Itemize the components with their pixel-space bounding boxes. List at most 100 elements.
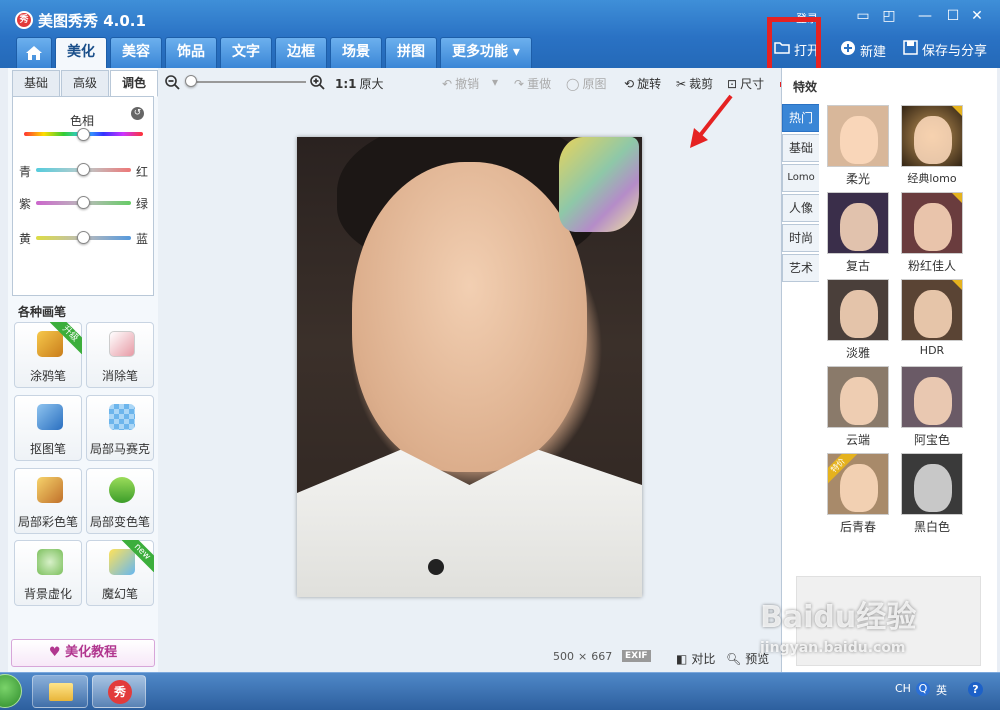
help-icon[interactable]: ? <box>968 682 983 697</box>
doodle-brush-button[interactable]: 升级 涂鸦笔 <box>14 322 82 388</box>
eraser-brush-button[interactable]: 消除笔 <box>86 322 154 388</box>
effect-label: 经典lomo <box>907 172 957 185</box>
effect-label: 柔光 <box>845 172 870 186</box>
category-basic[interactable]: 基础 <box>782 134 819 162</box>
resize-icon: ⊡ <box>727 76 738 91</box>
magenta-green-slider-handle[interactable] <box>77 196 90 209</box>
app-logo-icon: 秀 <box>15 11 33 29</box>
compare-label: 对比 <box>691 652 716 666</box>
minimize-icon[interactable]: — <box>914 8 936 24</box>
effect-youth[interactable]: 特价 后青春 <box>826 453 890 535</box>
zoom-in-button[interactable] <box>310 75 325 90</box>
cutout-brush-button[interactable]: 抠图笔 <box>14 395 82 461</box>
maximize-icon[interactable]: ☐ <box>942 8 964 24</box>
tab-collage[interactable]: 拼图 <box>385 37 437 68</box>
taskbar-meitu-button[interactable]: 秀 <box>92 675 146 708</box>
save-share-button[interactable]: 保存与分享 <box>903 40 987 59</box>
zoom-ratio-label: 1:1 <box>335 76 357 91</box>
category-portrait[interactable]: 人像 <box>782 194 819 222</box>
preview-icon: 🔍︎ <box>726 651 742 666</box>
new-ribbon: new <box>122 540 154 572</box>
redo-button[interactable]: ↷ 重做 <box>514 75 551 92</box>
exif-button[interactable]: EXIF <box>622 650 651 662</box>
recolor-brush-button[interactable]: 局部变色笔 <box>86 468 154 534</box>
color-brush-button[interactable]: 局部彩色笔 <box>14 468 82 534</box>
tab-border[interactable]: 边框 <box>275 37 327 68</box>
chevron-down-icon: ▾ <box>512 44 520 60</box>
rotate-icon: ⟲ <box>624 76 635 91</box>
effect-label: 后青春 <box>839 520 876 534</box>
tab-text[interactable]: 文字 <box>220 37 272 68</box>
effect-thumbnail <box>901 453 963 515</box>
tutorial-button[interactable]: ♥ 美化教程 <box>11 639 155 667</box>
home-tab[interactable] <box>16 37 52 68</box>
tab-beauty[interactable]: 美容 <box>110 37 162 68</box>
zoom-out-button[interactable] <box>165 75 180 90</box>
tab-beautify[interactable]: 美化 <box>55 37 107 68</box>
effect-retro[interactable]: 复古 <box>826 192 890 274</box>
ime-mode[interactable]: 英 <box>936 682 947 698</box>
main-tabs: 美化 美容 饰品 文字 边框 场景 拼图 更多功能 ▾ <box>16 37 532 68</box>
effect-abao[interactable]: 阿宝色 <box>900 366 964 448</box>
tab-accessories[interactable]: 饰品 <box>165 37 217 68</box>
subtab-advanced[interactable]: 高级 <box>61 70 109 97</box>
effect-soft-light[interactable]: 柔光 <box>826 105 890 187</box>
effect-classic-lomo[interactable]: 经典lomo <box>900 105 964 186</box>
category-hot[interactable]: 热门 <box>782 104 819 132</box>
effect-thumbnail <box>827 192 889 254</box>
more-functions-label: 更多功能 <box>452 44 508 60</box>
effect-cloud[interactable]: 云端 <box>826 366 890 448</box>
blue-label: 蓝 <box>136 232 149 246</box>
mosaic-icon <box>109 404 135 430</box>
effect-black-white[interactable]: 黑白色 <box>900 453 964 535</box>
rotate-button[interactable]: ⟲ 旋转 <box>624 75 661 92</box>
reset-icon[interactable]: ↺ <box>131 107 144 120</box>
original-image-button[interactable]: ◯ 原图 <box>566 75 606 92</box>
language-indicator[interactable]: CH <box>895 682 911 695</box>
category-lomo[interactable]: Lomo <box>782 164 819 192</box>
hue-slider-handle[interactable] <box>77 128 90 141</box>
background-blur-label: 背景虚化 <box>23 587 72 601</box>
message-icon[interactable]: ▭ <box>852 8 874 24</box>
color-brush-label: 局部彩色笔 <box>17 515 78 529</box>
tab-scene[interactable]: 场景 <box>330 37 382 68</box>
subtab-basic[interactable]: 基础 <box>12 70 60 97</box>
effect-hdr[interactable]: HDR <box>900 279 964 357</box>
undo-button[interactable]: ↶ 撤销 <box>442 75 479 92</box>
windows-taskbar <box>0 672 1000 710</box>
effect-label: 淡雅 <box>845 346 870 360</box>
photo-canvas[interactable] <box>297 137 642 597</box>
close-icon[interactable]: ✕ <box>966 8 988 24</box>
original-size-button[interactable]: 1:1 原大 <box>335 75 384 92</box>
paintbrush-icon <box>37 477 63 503</box>
zoom-slider-handle[interactable] <box>185 75 197 87</box>
crop-button[interactable]: ✂ 裁剪 <box>676 75 713 92</box>
yellow-blue-slider-handle[interactable] <box>77 231 90 244</box>
category-fashion[interactable]: 时尚 <box>782 224 819 252</box>
baidu-watermark: Baidu经验 jingyan.baidu.com <box>760 592 916 656</box>
zoom-slider-track[interactable] <box>186 81 306 83</box>
ime-search-icon[interactable]: Q <box>916 682 930 696</box>
background-blur-button[interactable]: 背景虚化 <box>14 540 82 606</box>
cyan-red-slider-handle[interactable] <box>77 163 90 176</box>
tab-more-functions[interactable]: 更多功能 ▾ <box>440 37 532 68</box>
mosaic-brush-button[interactable]: 局部马赛克 <box>86 395 154 461</box>
new-button[interactable]: 新建 <box>840 40 886 60</box>
effect-thumbnail <box>827 105 889 167</box>
hand-icon: ♥ <box>48 645 61 660</box>
effect-elegant[interactable]: 淡雅 <box>826 279 890 361</box>
effect-pink-lady[interactable]: 粉红佳人 <box>900 192 964 274</box>
resize-button[interactable]: ⊡ 尺寸 <box>727 75 764 92</box>
taskbar-explorer-button[interactable] <box>32 675 88 708</box>
subtab-color[interactable]: 调色 <box>110 70 158 97</box>
tutorial-label: 美化教程 <box>65 645 118 660</box>
recolor-brush-label: 局部变色笔 <box>89 515 150 529</box>
compare-button[interactable]: ◧ 对比 <box>676 650 715 667</box>
category-art[interactable]: 艺术 <box>782 254 819 282</box>
skin-icon[interactable]: ◰ <box>878 8 900 24</box>
undo-dropdown-icon[interactable]: ▾ <box>492 75 498 89</box>
magic-brush-button[interactable]: new 魔幻笔 <box>86 540 154 606</box>
magenta-label: 紫 <box>19 197 32 211</box>
sale-ribbon: 特价 <box>828 454 858 485</box>
undo-icon: ↶ <box>442 76 453 91</box>
